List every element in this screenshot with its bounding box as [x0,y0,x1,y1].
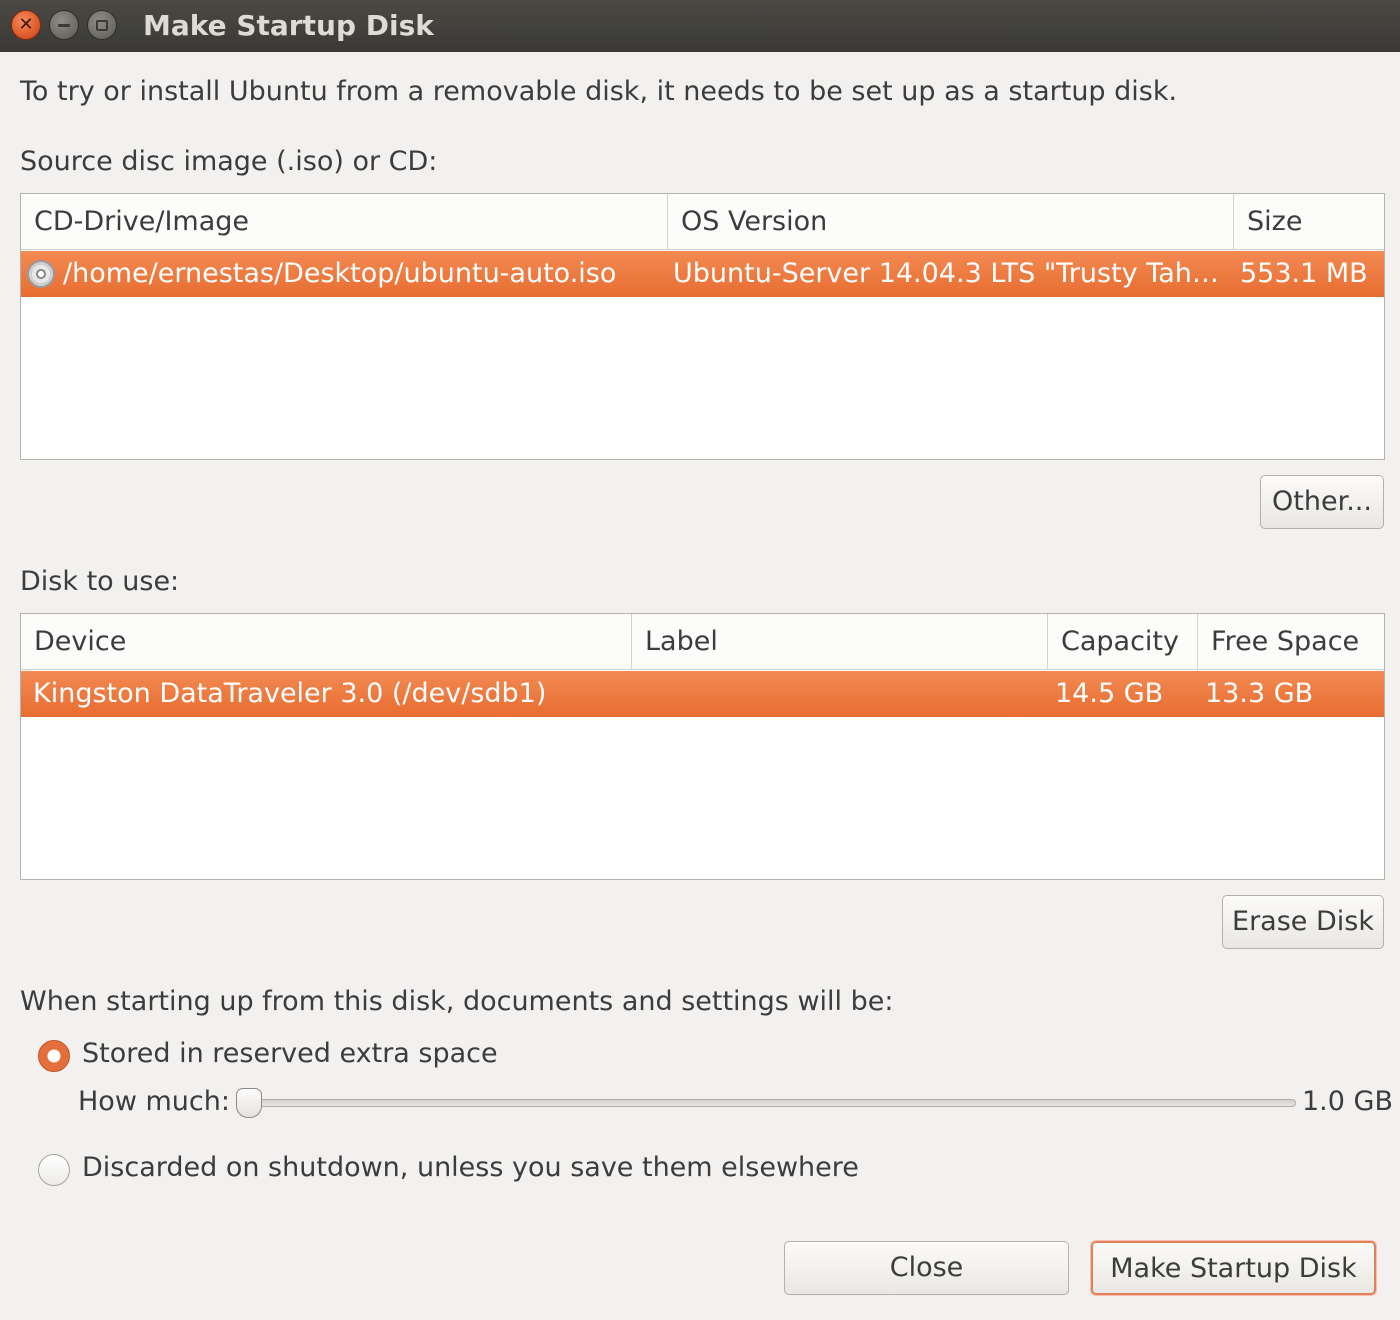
column-header-cd-drive-image[interactable]: CD-Drive/Image [21,194,667,250]
make-startup-disk-button[interactable]: Make Startup Disk [1091,1241,1376,1295]
persistence-size-slider[interactable] [248,1099,1296,1107]
disc-image-icon [27,260,55,288]
source-size: 553.1 MB [1240,258,1368,289]
window-minimize-icon[interactable] [49,10,79,40]
disk-label-value [643,671,1043,717]
slider-handle[interactable] [236,1088,262,1118]
discarded-option-label[interactable]: Discarded on shutdown, unless you save t… [82,1152,859,1183]
disk-label: Disk to use: [20,566,180,597]
source-image-list[interactable]: CD-Drive/Image OS Version Size /home/ern… [20,193,1385,460]
make-startup-disk-window: ✕ Make Startup Disk To try or install Ub… [0,0,1400,1320]
source-row-selected[interactable]: /home/ernestas/Desktop/ubuntu-auto.iso U… [21,251,1384,297]
stored-radio[interactable] [38,1040,70,1072]
discarded-radio[interactable] [38,1154,70,1186]
stored-option-label[interactable]: Stored in reserved extra space [82,1038,498,1069]
column-header-free-space[interactable]: Free Space [1197,614,1384,670]
source-label: Source disc image (.iso) or CD: [20,146,438,177]
column-header-size[interactable]: Size [1233,194,1384,250]
window-title: Make Startup Disk [143,9,434,42]
close-button[interactable]: Close [784,1241,1069,1295]
disk-free-space: 13.3 GB [1205,678,1314,709]
disk-row-selected[interactable]: Kingston DataTraveler 3.0 (/dev/sdb1) 14… [21,671,1384,717]
disk-capacity: 14.5 GB [1055,678,1164,709]
persistence-label: When starting up from this disk, documen… [20,986,894,1017]
how-much-value: 1.0 GB [1302,1086,1393,1117]
title-bar: ✕ Make Startup Disk [0,0,1400,52]
column-header-device[interactable]: Device [21,614,631,670]
window-close-icon[interactable]: ✕ [11,10,41,40]
erase-disk-button[interactable]: Erase Disk [1222,895,1384,949]
how-much-label: How much: [78,1086,230,1117]
disk-device: Kingston DataTraveler 3.0 (/dev/sdb1) [33,678,547,709]
source-image-path: /home/ernestas/Desktop/ubuntu-auto.iso [63,258,617,289]
column-header-capacity[interactable]: Capacity [1047,614,1197,670]
intro-text: To try or install Ubuntu from a removabl… [20,76,1178,107]
source-os-version: Ubuntu-Server 14.04.3 LTS "Trusty Tahr" … [673,258,1225,289]
other-button[interactable]: Other... [1260,475,1384,529]
column-header-label[interactable]: Label [631,614,1047,670]
disk-list-header: Device Label Capacity Free Space [21,614,1384,670]
source-list-header: CD-Drive/Image OS Version Size [21,194,1384,250]
disk-list[interactable]: Device Label Capacity Free Space Kingsto… [20,613,1385,880]
column-header-os-version[interactable]: OS Version [667,194,1233,250]
window-maximize-icon[interactable] [87,10,117,40]
